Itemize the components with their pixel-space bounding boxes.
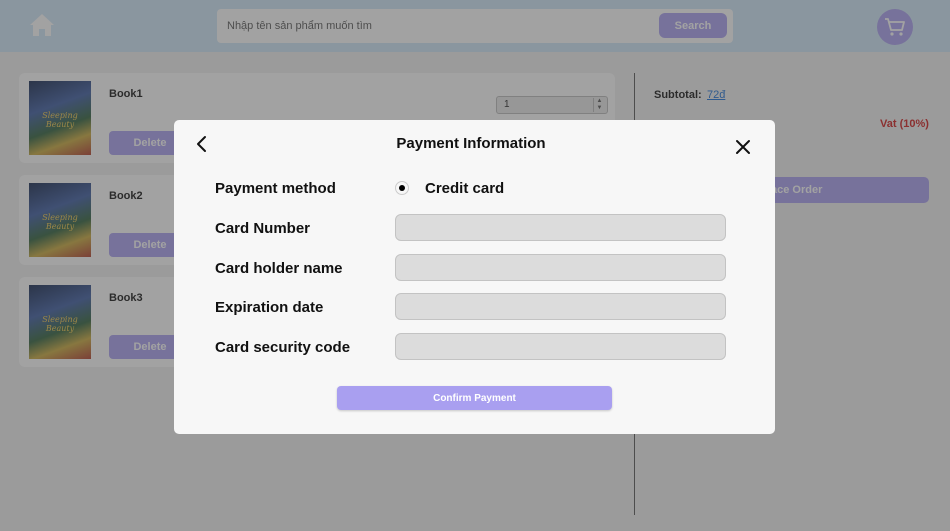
card-holder-label: Card holder name — [215, 260, 343, 277]
card-number-field[interactable] — [395, 214, 726, 241]
confirm-payment-button[interactable]: Confirm Payment — [337, 386, 612, 410]
close-icon — [736, 140, 750, 154]
modal-title: Payment Information — [396, 135, 546, 152]
security-code-field[interactable] — [395, 333, 726, 360]
credit-card-radio[interactable] — [395, 181, 409, 195]
expiration-date-field[interactable] — [395, 293, 726, 320]
credit-card-radio-label[interactable]: Credit card — [425, 180, 504, 197]
security-code-label: Card security code — [215, 339, 351, 356]
card-holder-field[interactable] — [395, 254, 726, 281]
payment-method-label: Payment method — [215, 180, 336, 197]
payment-modal: Payment Information Payment method Credi… — [174, 120, 775, 434]
card-number-label: Card Number — [215, 220, 311, 237]
close-button[interactable] — [734, 138, 752, 156]
expiration-date-label: Expiration date — [215, 299, 324, 316]
